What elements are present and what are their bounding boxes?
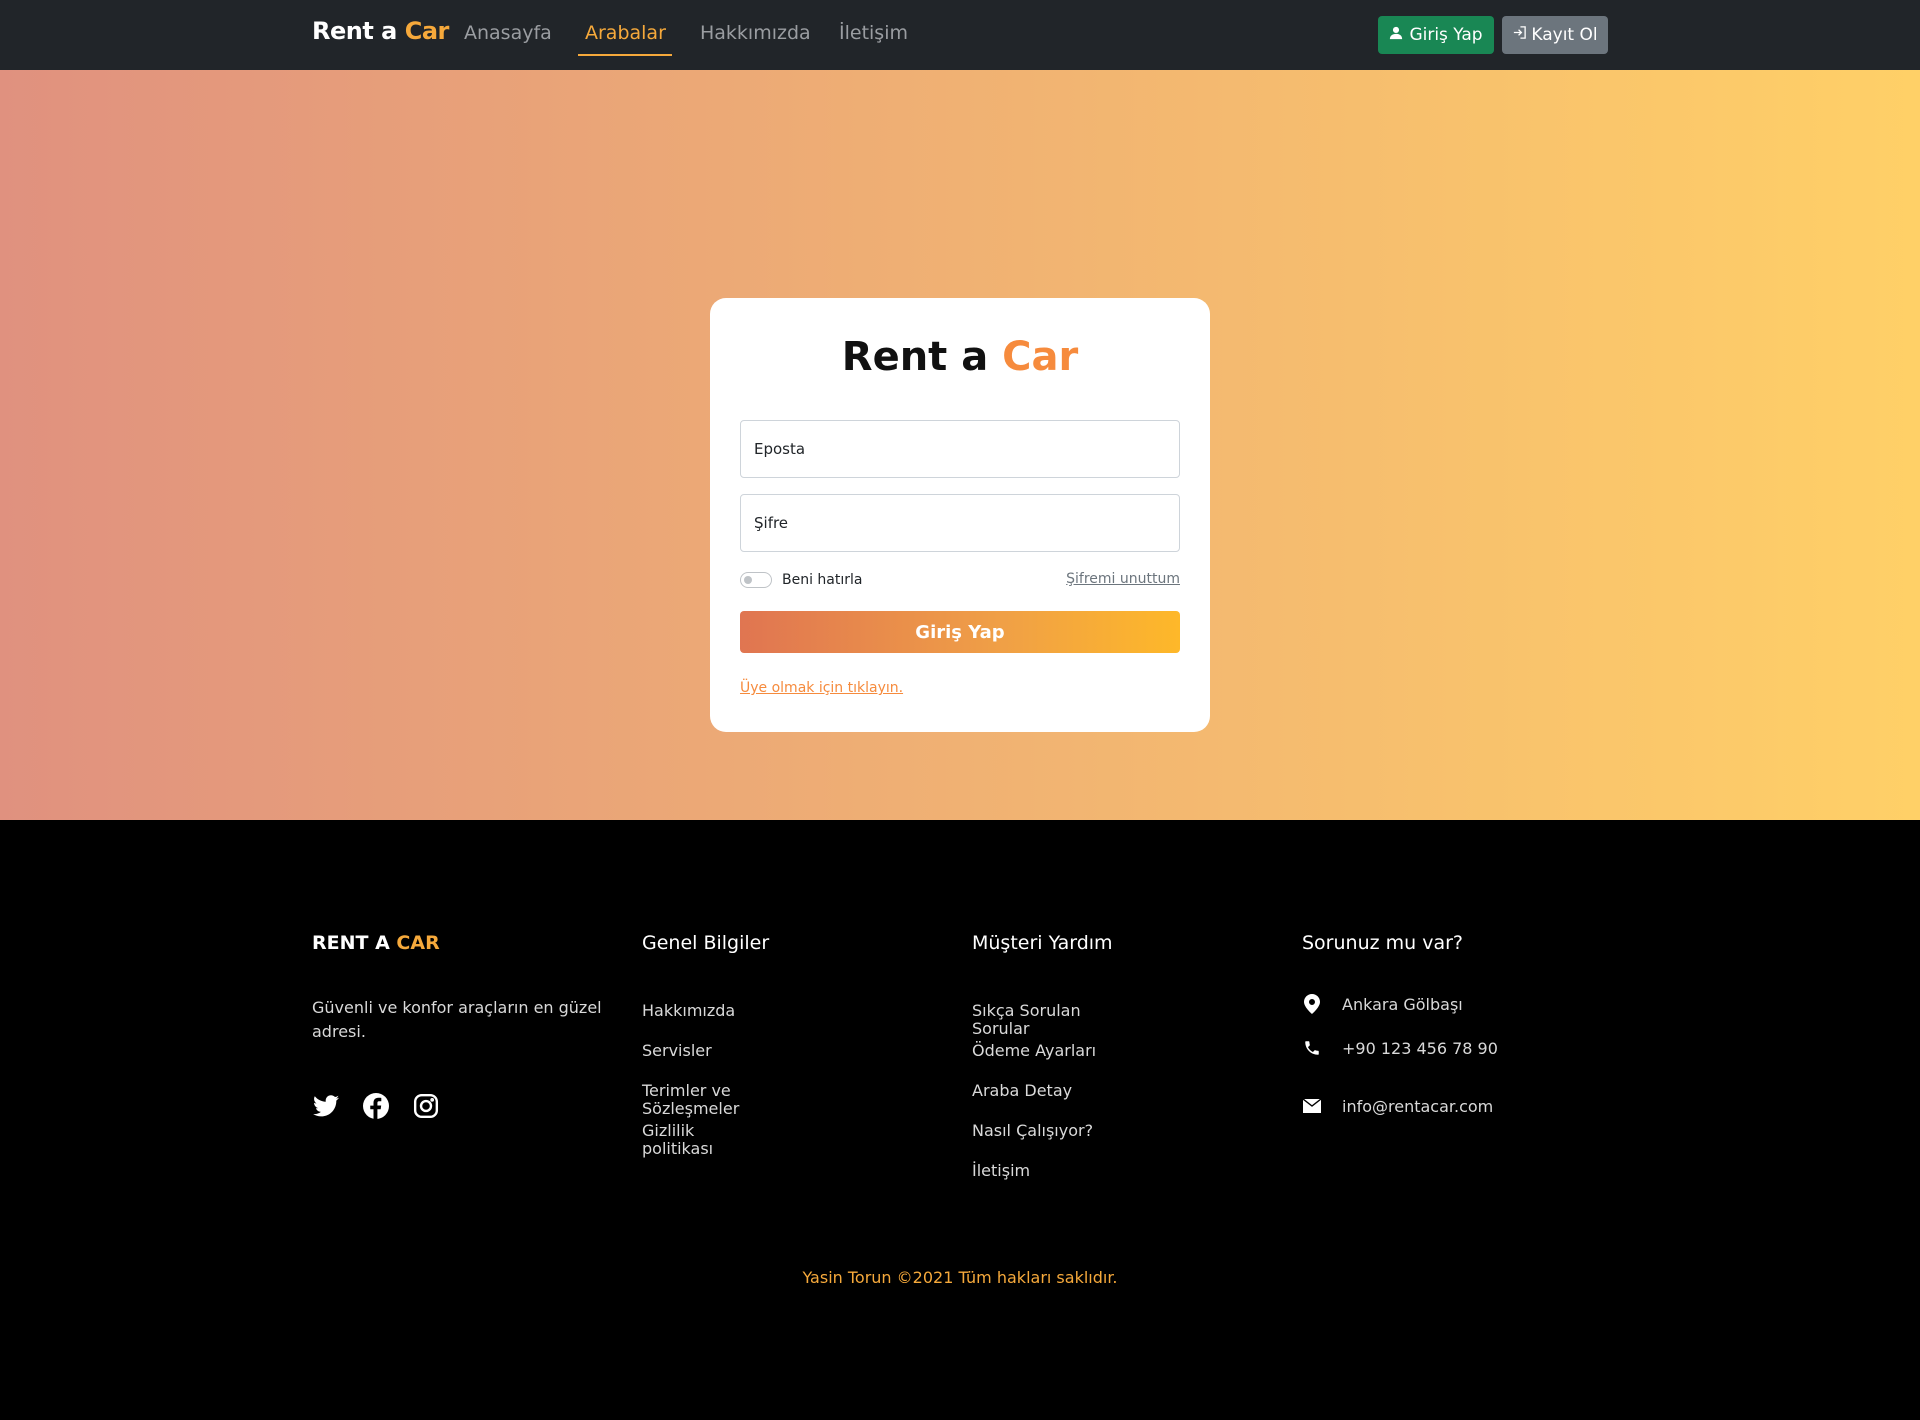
hero-section: Rent a Car Beni hatırla Şifremi unuttum … xyxy=(0,70,1920,820)
footer-link-contact[interactable]: İletişim xyxy=(972,1162,1113,1202)
map-pin-icon xyxy=(1302,994,1322,1014)
user-icon xyxy=(1389,25,1403,45)
footer-general-links: Hakkımızda Servisler Terimler ve Sözleşm… xyxy=(642,1002,769,1162)
navbar: Rent a Car Anasayfa Arabalar Hakkımızda … xyxy=(0,0,1920,70)
twitter-icon[interactable] xyxy=(312,1092,340,1120)
register-button-label: Kayıt Ol xyxy=(1531,25,1598,45)
nav-link-contact[interactable]: İletişim xyxy=(839,22,908,44)
footer-link-how-it-works[interactable]: Nasıl Çalışıyor? xyxy=(972,1122,1113,1162)
signup-link[interactable]: Üye olmak için tıklayın. xyxy=(740,680,903,696)
forgot-password-link[interactable]: Şifremi unuttum xyxy=(1066,571,1180,587)
facebook-icon[interactable] xyxy=(362,1092,390,1120)
footer-link-payment[interactable]: Ödeme Ayarları xyxy=(972,1042,1113,1082)
footer-description: Güvenli ve konfor araçların en güzel adr… xyxy=(312,998,602,1041)
instagram-icon[interactable] xyxy=(412,1092,440,1120)
footer-general-title: Genel Bilgiler xyxy=(642,932,770,954)
card-title-main: Rent a xyxy=(841,334,989,380)
email-input[interactable] xyxy=(741,421,1179,477)
contact-address-text: Ankara Gölbaşı xyxy=(1342,994,1463,1014)
footer-link-privacy[interactable]: Gizlilik politikası xyxy=(642,1122,769,1162)
nav-link-about[interactable]: Hakkımızda xyxy=(700,22,811,44)
remember-toggle[interactable] xyxy=(740,572,772,588)
footer-help-column: Müşteri Yardım Sıkça Sorulan Sorular Öde… xyxy=(972,932,1113,1180)
social-links xyxy=(312,1092,440,1120)
brand-logo[interactable]: Rent a Car xyxy=(312,17,449,45)
login-card-title: Rent a Car xyxy=(710,334,1210,380)
copyright: Yasin Torun ©2021 Tüm hakları saklıdır. xyxy=(802,1268,1118,1287)
contact-phone-text: +90 123 456 78 90 xyxy=(1342,1038,1498,1058)
mail-icon xyxy=(1302,1096,1322,1116)
footer-link-about[interactable]: Hakkımızda xyxy=(642,1002,769,1042)
contact-email: info@rentacar.com xyxy=(1302,1096,1493,1116)
nav-link-cars[interactable]: Arabalar xyxy=(585,22,666,44)
card-title-accent: Car xyxy=(1002,334,1079,380)
remember-label: Beni hatırla xyxy=(782,572,863,588)
brand-main: Rent a xyxy=(312,17,397,45)
footer-link-terms[interactable]: Terimler ve Sözleşmeler xyxy=(642,1082,769,1122)
brand-accent: Car xyxy=(404,17,450,45)
contact-address: Ankara Gölbaşı xyxy=(1302,994,1463,1014)
remember-me: Beni hatırla xyxy=(740,572,863,588)
footer-link-faq[interactable]: Sıkça Sorulan Sorular xyxy=(972,1002,1113,1042)
footer-brand-column: RENT A CAR Güvenli ve konfor araçların e… xyxy=(312,932,602,1119)
footer-help-links: Sıkça Sorulan Sorular Ödeme Ayarları Ara… xyxy=(972,1002,1113,1202)
footer: RENT A CAR Güvenli ve konfor araçların e… xyxy=(0,820,1920,1420)
login-button[interactable]: Giriş Yap xyxy=(1378,16,1494,54)
footer-link-services[interactable]: Servisler xyxy=(642,1042,769,1082)
password-input[interactable] xyxy=(741,495,1179,551)
footer-brand: RENT A CAR xyxy=(312,932,440,954)
footer-brand-accent: CAR xyxy=(396,932,440,954)
phone-icon xyxy=(1302,1038,1322,1058)
footer-contact-column: Sorunuz mu var? Ankara Gölbaşı +90 123 4… xyxy=(1302,932,1498,1116)
footer-link-car-detail[interactable]: Araba Detay xyxy=(972,1082,1113,1122)
footer-brand-main: RENT A xyxy=(312,932,390,954)
submit-login-button[interactable]: Giriş Yap xyxy=(740,611,1180,653)
contact-email-text[interactable]: info@rentacar.com xyxy=(1342,1097,1493,1116)
login-button-label: Giriş Yap xyxy=(1409,25,1483,45)
password-field[interactable] xyxy=(740,494,1180,552)
email-field[interactable] xyxy=(740,420,1180,478)
footer-general-column: Genel Bilgiler Hakkımızda Servisler Teri… xyxy=(642,932,770,1158)
nav-link-home[interactable]: Anasayfa xyxy=(464,22,552,44)
nav-active-underline xyxy=(578,54,672,56)
contact-phone: +90 123 456 78 90 xyxy=(1302,1038,1498,1058)
footer-contact-title: Sorunuz mu var? xyxy=(1302,932,1464,954)
login-card: Rent a Car Beni hatırla Şifremi unuttum … xyxy=(710,298,1210,732)
footer-help-title: Müşteri Yardım xyxy=(972,932,1113,954)
sign-in-icon xyxy=(1512,25,1527,45)
register-button[interactable]: Kayıt Ol xyxy=(1502,16,1608,54)
